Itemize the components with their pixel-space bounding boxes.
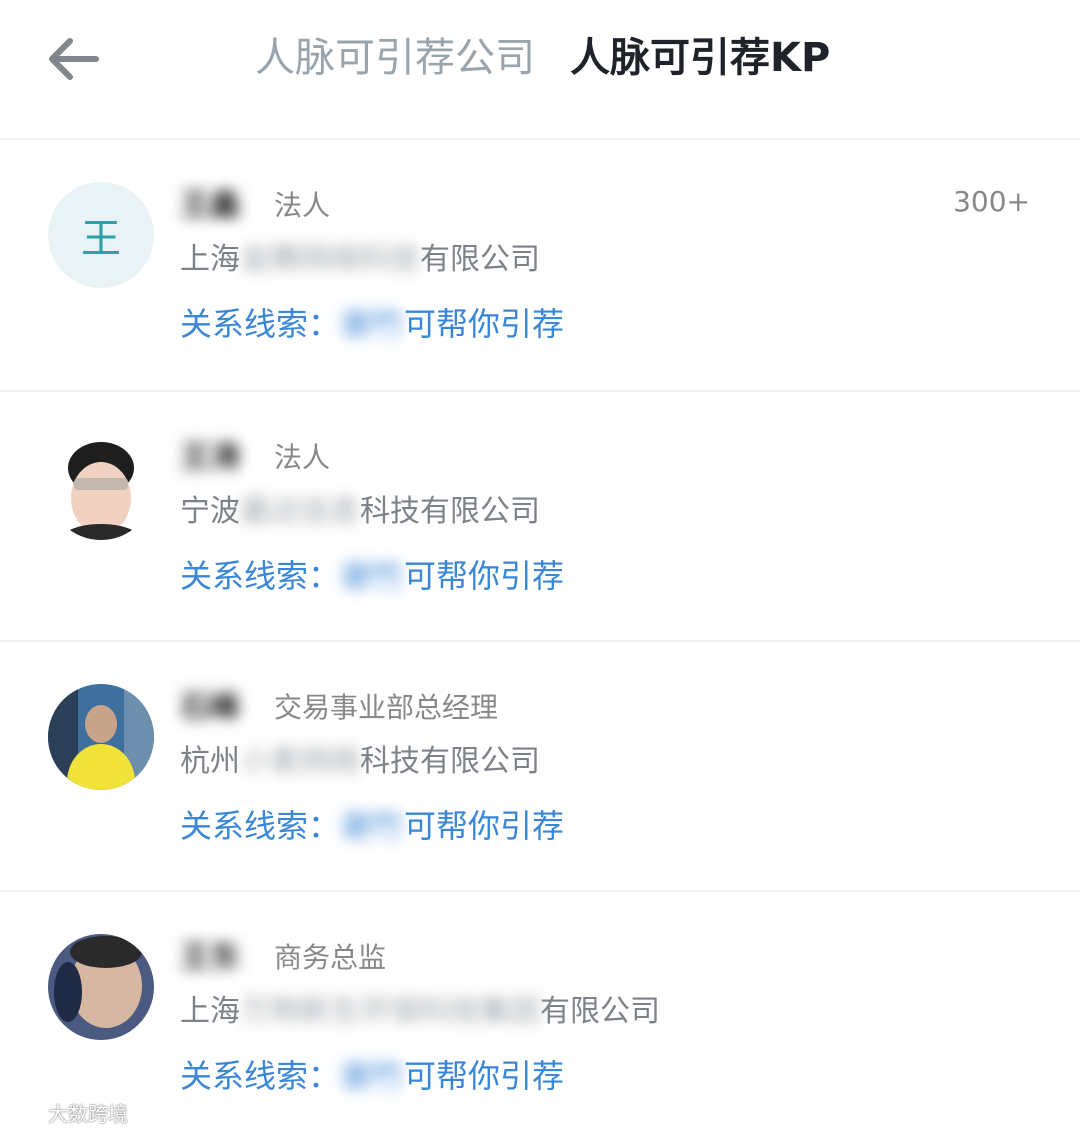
- back-arrow-icon[interactable]: [40, 24, 110, 94]
- company-name: 上海万物新生环保科技集团有限公司: [180, 994, 660, 1029]
- contact-row[interactable]: 王涛 法人 宁波嘉达信息科技有限公司 关系线索：谢竹可帮你引荐: [0, 392, 1080, 642]
- relationship-clue[interactable]: 关系线索：谢竹可帮你引荐: [180, 802, 564, 850]
- avatar: [48, 934, 154, 1040]
- contact-row[interactable]: 王 王鑫 法人 300+ 上海金腾网络科技有限公司 关系线索：谢竹可帮你引荐: [0, 140, 1080, 390]
- relationship-clue[interactable]: 关系线索：谢竹可帮你引荐: [180, 552, 564, 600]
- person-photo-icon: [48, 434, 154, 540]
- top-bar: 人脉可引荐公司 人脉可引荐KP: [0, 0, 1080, 140]
- person-photo-icon: [48, 934, 154, 1040]
- person-photo-icon: [48, 684, 154, 790]
- company-name: 杭州小麦网络科技有限公司: [180, 744, 540, 779]
- contact-role: 法人: [274, 189, 331, 222]
- relationship-clue[interactable]: 关系线索：谢竹可帮你引荐: [180, 1052, 564, 1100]
- tab-referable-companies[interactable]: 人脉可引荐公司: [255, 30, 535, 86]
- tab-referable-kp[interactable]: 人脉可引荐KP: [570, 30, 830, 86]
- contact-name: 王东: [180, 940, 240, 975]
- contact-role: 法人: [274, 441, 331, 474]
- connection-count: 300+: [953, 185, 1030, 218]
- avatar: [48, 434, 154, 540]
- avatar: [48, 684, 154, 790]
- contact-row[interactable]: 王东 商务总监 上海万物新生环保科技集团有限公司 关系线索：谢竹可帮你引荐: [0, 892, 1080, 1142]
- contact-name: 王鑫: [180, 188, 240, 223]
- watermark-logo-icon: [12, 1103, 44, 1122]
- contact-name: 王涛: [180, 440, 240, 475]
- avatar: 王: [48, 182, 154, 288]
- relationship-clue[interactable]: 关系线索：谢竹可帮你引荐: [180, 300, 564, 348]
- contact-row[interactable]: 石峰 交易事业部总经理 杭州小麦网络科技有限公司 关系线索：谢竹可帮你引荐: [0, 642, 1080, 892]
- company-name: 宁波嘉达信息科技有限公司: [180, 494, 540, 529]
- contact-role: 商务总监: [274, 941, 387, 974]
- contact-name: 石峰: [180, 690, 240, 725]
- watermark: 大数跨境: [12, 1098, 128, 1127]
- company-name: 上海金腾网络科技有限公司: [180, 242, 540, 277]
- contact-role: 交易事业部总经理: [274, 691, 499, 724]
